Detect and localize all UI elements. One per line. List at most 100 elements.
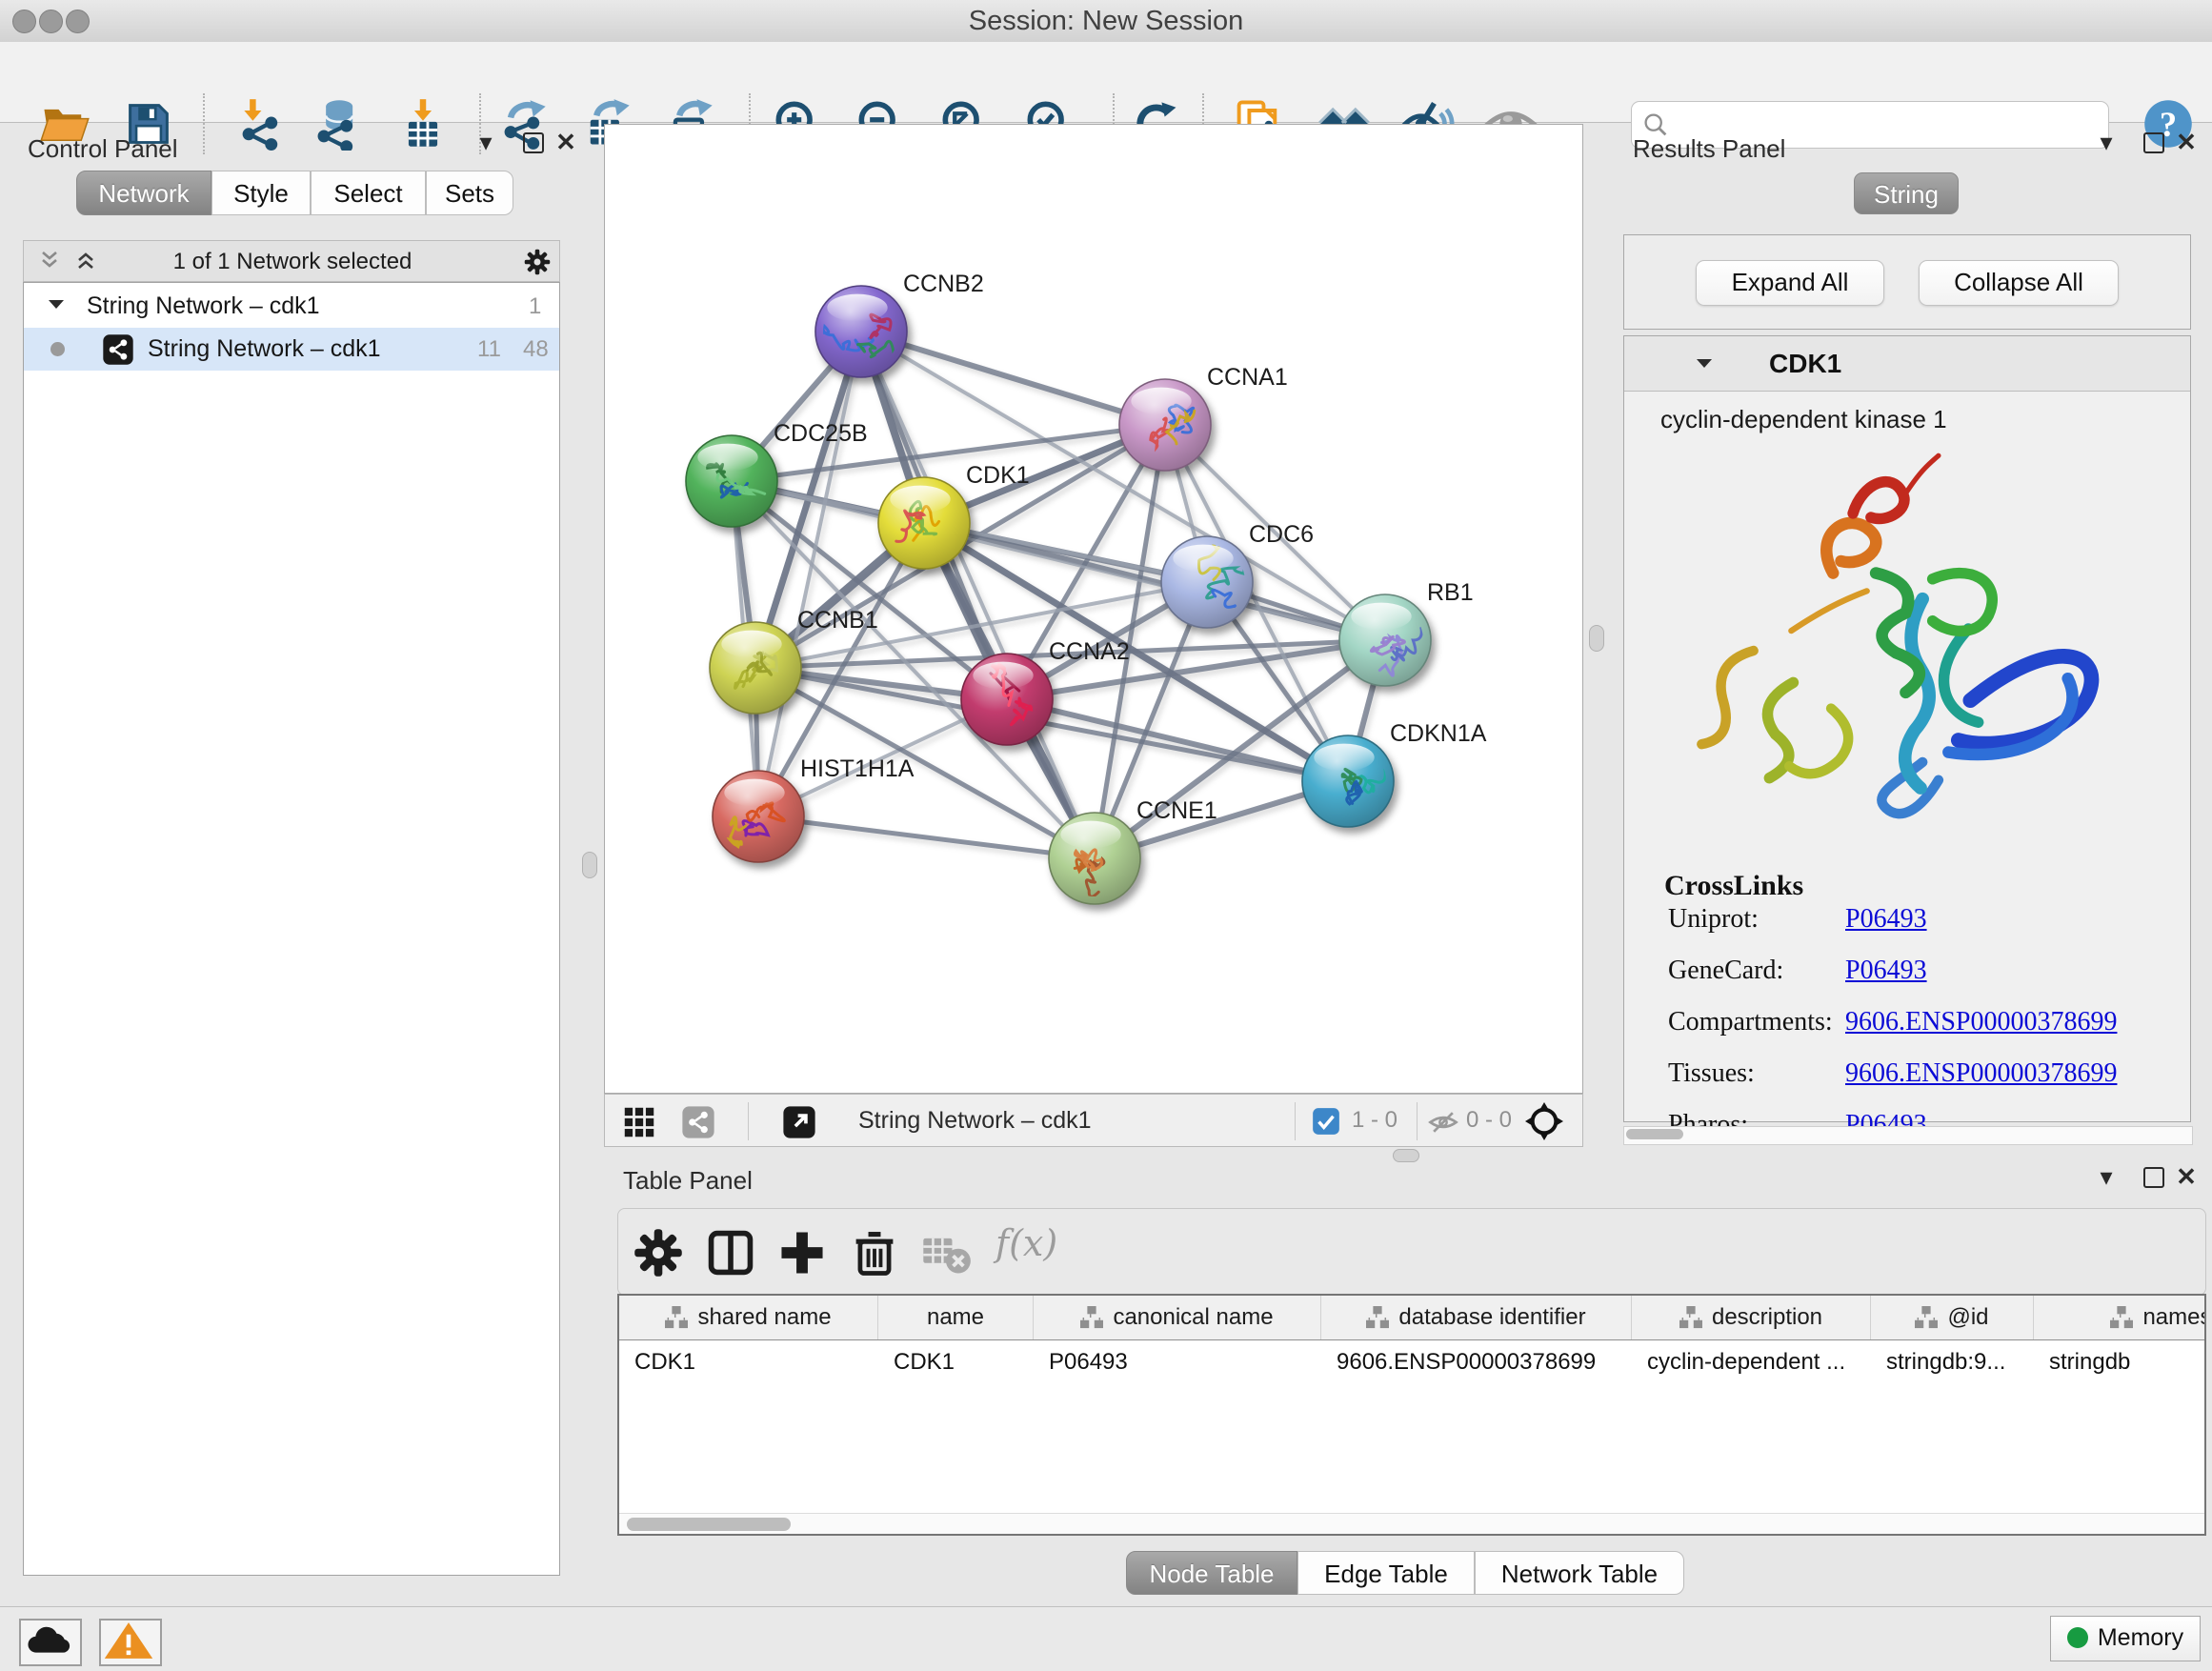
table-options-gear-icon[interactable] (632, 1226, 685, 1279)
right-splitter-handle[interactable] (1589, 625, 1604, 652)
show-column-icon[interactable] (704, 1226, 757, 1279)
table-cell[interactable]: cyclin-dependent ... (1632, 1340, 1871, 1384)
toolbar-separator (1295, 1102, 1296, 1140)
network-node-cdk1[interactable] (878, 477, 970, 569)
network-node-rb1[interactable] (1339, 594, 1431, 686)
tab-style[interactable]: Style (211, 171, 311, 215)
results-scrollbar-thumb[interactable] (1626, 1129, 1683, 1139)
left-splitter-handle[interactable] (582, 852, 597, 878)
table-toolbar: f(x) (617, 1208, 2206, 1296)
table-cell[interactable]: stringdb:9... (1871, 1340, 2034, 1384)
column-tree-icon (1915, 1306, 1938, 1329)
table-cell[interactable]: CDK1 (878, 1340, 1034, 1384)
table-panel-menu-icon[interactable]: ▾ (2090, 1160, 2122, 1193)
window-title: Session: New Session (0, 0, 2212, 42)
results-panel-float-icon[interactable] (2137, 126, 2169, 158)
control-panel-title: Control Panel (28, 134, 178, 164)
tab-node-table[interactable]: Node Table (1126, 1551, 1297, 1595)
network-node-cdc25b[interactable] (686, 435, 777, 527)
column-label: @id (1947, 1304, 1988, 1331)
results-buttons-box: Expand All Collapse All (1623, 234, 2191, 330)
collection-expander-icon[interactable] (45, 293, 68, 321)
network-list-options-gear-icon[interactable] (523, 248, 552, 281)
column-header-description[interactable]: description (1632, 1296, 1871, 1339)
control-panel-menu-icon[interactable]: ▾ (470, 126, 502, 158)
network-node-ccna2[interactable] (961, 654, 1053, 745)
table-cell[interactable]: stringdb (2034, 1340, 2206, 1384)
network-edge-ccnb2-ccna1[interactable] (861, 332, 1165, 425)
table-header-row: shared namenamecanonical namedatabase id… (619, 1296, 2204, 1340)
crosslink-label: GeneCard: (1668, 956, 1845, 986)
crosslink-label: Uniprot: (1668, 904, 1845, 935)
create-column-plus-icon[interactable] (775, 1226, 829, 1279)
results-panel-close-icon[interactable]: ✕ (2170, 126, 2202, 158)
table-panel-float-icon[interactable] (2137, 1160, 2169, 1193)
node-label-ccne1: CCNE1 (1136, 797, 1217, 824)
control-panel-close-icon[interactable]: ✕ (550, 126, 582, 158)
tab-select[interactable]: Select (311, 171, 426, 215)
network-collection-row[interactable]: String Network – cdk1 1 (24, 285, 559, 328)
crosslink-row: GeneCard:P06493 (1668, 956, 1927, 986)
expand-all-button[interactable]: Expand All (1696, 260, 1884, 306)
table-panel-close-icon[interactable]: ✕ (2170, 1160, 2202, 1193)
delete-table-icon[interactable] (919, 1226, 973, 1279)
network-node-hist1h1a[interactable] (713, 771, 804, 862)
column-header-name[interactable]: name (878, 1296, 1034, 1339)
tab-string-results[interactable]: String (1854, 172, 1959, 214)
column-tree-icon (1679, 1306, 1702, 1329)
function-builder-icon[interactable]: f(x) (995, 1222, 1057, 1264)
network-node-ccne1[interactable] (1049, 813, 1140, 904)
column-header-shared-name[interactable]: shared name (619, 1296, 878, 1339)
open-in-window-icon[interactable] (782, 1105, 816, 1144)
control-panel-float-icon[interactable] (516, 126, 549, 158)
cloud-status-button[interactable] (19, 1619, 82, 1666)
birdseye-view-icon[interactable] (622, 1105, 656, 1144)
network-row-selected[interactable]: String Network – cdk1 11 48 (24, 328, 559, 371)
crosslink-link[interactable]: 9606.ENSP00000378699 (1845, 1007, 2117, 1037)
memory-button[interactable]: Memory (2050, 1616, 2201, 1661)
network-node-cdkn1a[interactable] (1302, 735, 1398, 827)
table-row[interactable]: CDK1CDK1P064939606.ENSP00000378699cyclin… (619, 1340, 2204, 1384)
hidden-eye-icon[interactable] (1428, 1107, 1458, 1142)
network-node-ccnb2[interactable] (815, 286, 907, 377)
table-horizontal-scrollbar[interactable] (619, 1513, 2204, 1535)
fit-target-icon[interactable] (1525, 1102, 1563, 1145)
crosslink-link[interactable]: P06493 (1845, 956, 1927, 985)
tab-edge-table[interactable]: Edge Table (1297, 1551, 1475, 1595)
column-tree-icon (1080, 1306, 1103, 1329)
tab-network[interactable]: Network (76, 171, 211, 215)
protein-section-header[interactable]: CDK1 (1624, 336, 2190, 392)
crosslink-link[interactable]: 9606.ENSP00000378699 (1845, 1058, 2117, 1088)
network-edge-hist1h1a-ccne1[interactable] (758, 816, 1095, 858)
network-node-cdc6[interactable] (1161, 532, 1261, 628)
results-horizontal-scrollbar[interactable] (1623, 1126, 2193, 1145)
table-panel-title: Table Panel (623, 1166, 753, 1196)
results-panel-menu-icon[interactable]: ▾ (2090, 126, 2122, 158)
main-toolbar: ? (0, 42, 2212, 123)
table-cell[interactable]: 9606.ENSP00000378699 (1321, 1340, 1632, 1384)
table-cell[interactable]: CDK1 (619, 1340, 878, 1384)
table-scrollbar-thumb[interactable] (627, 1518, 791, 1531)
selected-node-edge-count: 1 - 0 (1352, 1095, 1398, 1146)
collapse-all-button[interactable]: Collapse All (1919, 260, 2119, 306)
column-header-canonical-name[interactable]: canonical name (1034, 1296, 1321, 1339)
column-header--id[interactable]: @id (1871, 1296, 2034, 1339)
network-view-canvas[interactable]: CCNB2CCNA1CDC25BCDK1CDC6RB1CCNB1CCNA2CDK… (604, 124, 1583, 1094)
network-node-ccnb1[interactable] (710, 622, 801, 714)
column-header-namespace[interactable]: namespace (2034, 1296, 2206, 1339)
network-view-title: String Network – cdk1 (858, 1095, 1092, 1146)
tab-sets[interactable]: Sets (426, 171, 513, 215)
table-cell[interactable]: P06493 (1034, 1340, 1321, 1384)
network-share-icon[interactable] (681, 1105, 715, 1144)
network-node-ccna1[interactable] (1119, 379, 1211, 471)
selected-checkbox-icon[interactable] (1312, 1107, 1340, 1140)
crosslink-link[interactable]: P06493 (1845, 904, 1927, 934)
warning-status-button[interactable] (99, 1619, 162, 1666)
delete-column-trash-icon[interactable] (848, 1226, 901, 1279)
section-collapse-caret-icon[interactable] (1693, 352, 1716, 380)
node-label-ccna1: CCNA1 (1207, 364, 1288, 391)
column-header-database-identifier[interactable]: database identifier (1321, 1296, 1632, 1339)
tab-network-table[interactable]: Network Table (1475, 1551, 1684, 1595)
protein-structure-image (1672, 451, 2120, 851)
crosslink-row: Tissues:9606.ENSP00000378699 (1668, 1058, 2117, 1089)
